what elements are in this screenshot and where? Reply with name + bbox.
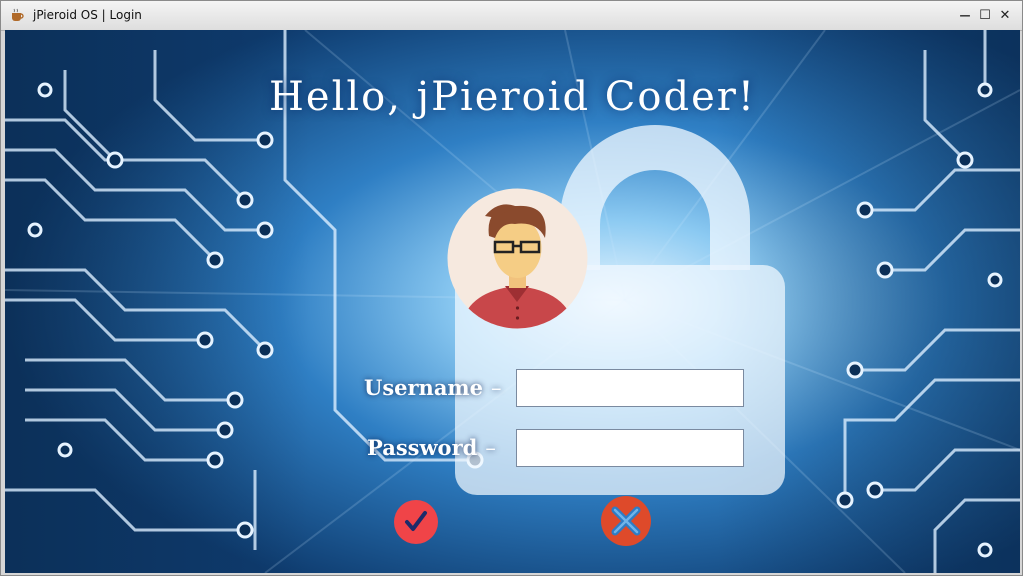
minimize-button[interactable]: — bbox=[955, 5, 975, 25]
login-cancel-button[interactable] bbox=[600, 495, 652, 547]
username-field[interactable] bbox=[516, 369, 744, 407]
password-field[interactable] bbox=[516, 429, 744, 467]
username-label-dash: – bbox=[491, 376, 502, 400]
title-bar[interactable]: jPieroid OS | Login — ☐ ✕ bbox=[1, 1, 1022, 31]
password-label-dash: – bbox=[485, 436, 496, 460]
user-avatar-icon bbox=[447, 188, 588, 329]
username-label-text: Username bbox=[364, 375, 484, 400]
login-confirm-button[interactable] bbox=[393, 499, 439, 545]
username-label: Username – bbox=[364, 375, 502, 400]
password-label-text: Password bbox=[367, 435, 478, 460]
minimize-icon: — bbox=[959, 8, 971, 22]
close-button[interactable]: ✕ bbox=[995, 5, 1015, 25]
login-window: jPieroid OS | Login — ☐ ✕ Hello, jPieroi… bbox=[0, 0, 1023, 576]
app-icon bbox=[12, 8, 24, 21]
maximize-icon: ☐ bbox=[979, 7, 991, 23]
password-label: Password – bbox=[367, 435, 496, 460]
login-panel: Hello, jPieroid Coder! Username – Passwo… bbox=[5, 30, 1020, 573]
close-icon: ✕ bbox=[999, 7, 1011, 23]
greeting-title: Hello, jPieroid Coder! bbox=[269, 74, 756, 120]
maximize-button[interactable]: ☐ bbox=[975, 5, 995, 25]
window-title: jPieroid OS | Login bbox=[33, 8, 142, 22]
